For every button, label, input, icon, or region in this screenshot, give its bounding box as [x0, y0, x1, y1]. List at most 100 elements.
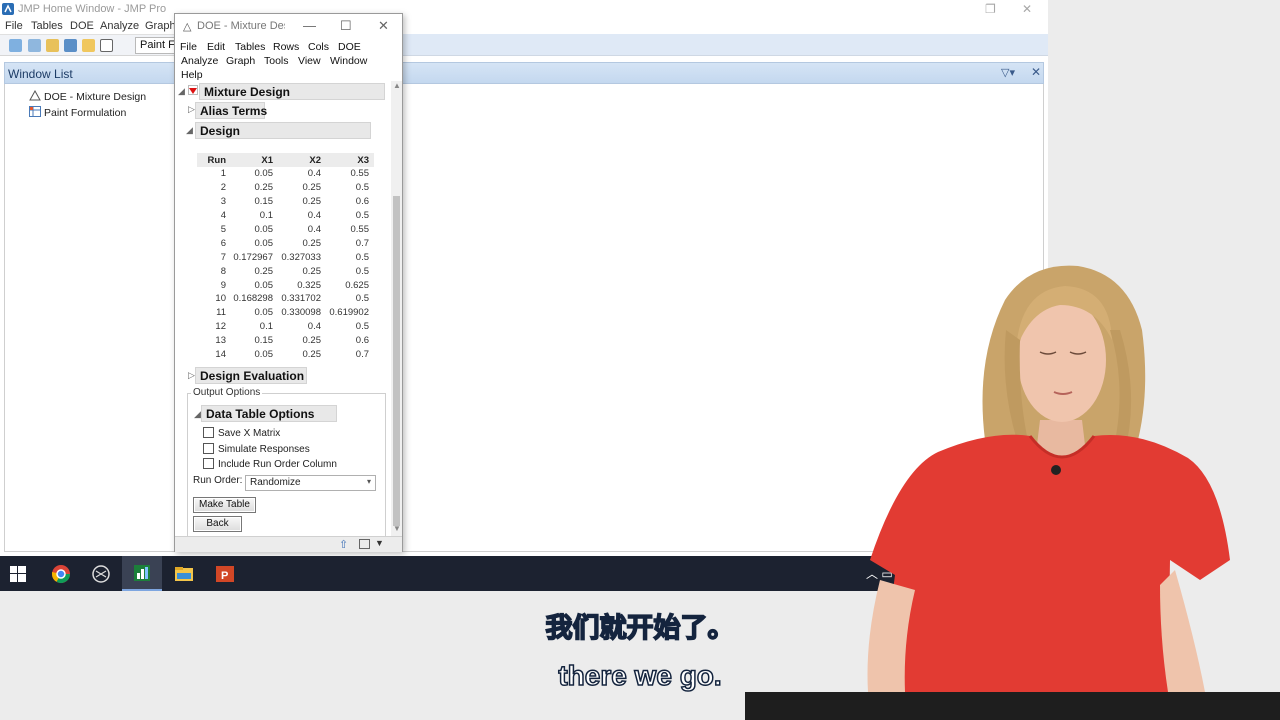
- new-data-table-icon[interactable]: [9, 39, 22, 52]
- close-icon[interactable]: ✕: [378, 18, 389, 34]
- checkbox-box[interactable]: [203, 458, 214, 469]
- checkbox-box[interactable]: [203, 427, 214, 438]
- window-list-item-label: DOE - Mixture Design: [44, 91, 147, 103]
- expand-disclosure-icon[interactable]: ▷: [188, 104, 195, 115]
- factor-value-cell: 0.7: [355, 237, 369, 249]
- menu-tables[interactable]: Tables: [31, 20, 63, 32]
- menu-analyze[interactable]: Analyze: [181, 55, 218, 67]
- chrome-icon[interactable]: [51, 564, 71, 584]
- maximize-icon[interactable]: ☐: [340, 18, 352, 34]
- run-number-cell: 4: [220, 210, 226, 222]
- scroll-down-icon[interactable]: ▼: [393, 524, 401, 533]
- window-icon[interactable]: [359, 539, 370, 549]
- table-row: 7 0.172967 0.327033 0.5: [197, 250, 374, 264]
- table-row: 11 0.05 0.330098 0.619902: [197, 306, 374, 320]
- vertical-scrollbar[interactable]: ▲ ▼: [391, 81, 402, 536]
- factor-value-cell: 0.5: [355, 182, 369, 194]
- collapse-disclosure-icon[interactable]: ◢: [178, 86, 185, 97]
- table-row: 6 0.05 0.25 0.7: [197, 236, 374, 250]
- run-number-cell: 3: [220, 196, 226, 208]
- menu-view[interactable]: View: [298, 55, 321, 67]
- run-order-select[interactable]: Randomize ▾: [245, 475, 376, 491]
- factor-value-cell: 0.05: [254, 307, 274, 319]
- close-icon[interactable]: ✕: [1022, 2, 1032, 16]
- window-list-title: Window List: [8, 67, 73, 81]
- minimize-icon[interactable]: —: [303, 18, 316, 33]
- menu-doe[interactable]: DOE: [338, 41, 361, 53]
- factor-value-cell: 0.05: [254, 279, 274, 291]
- run-order-label: Run Order:: [193, 475, 243, 486]
- app-circle-icon[interactable]: [91, 564, 111, 584]
- restore-icon[interactable]: ❐: [985, 2, 996, 16]
- menu-analyze[interactable]: Analyze: [100, 20, 139, 32]
- doe-report-content: ◢ Mixture Design ▷ Alias Terms ◢ Design …: [175, 81, 391, 542]
- arrow-up-icon[interactable]: ⇧: [339, 538, 348, 551]
- window-list-item[interactable]: Paint Formulation: [29, 106, 126, 119]
- doe-window-title: DOE - Mixture Design: [197, 20, 285, 32]
- mixture-design-header[interactable]: Mixture Design: [199, 83, 385, 100]
- scroll-up-icon[interactable]: ▲: [393, 81, 401, 90]
- windows-taskbar: P ︿ ▭: [0, 556, 910, 591]
- table-row: 1 0.05 0.4 0.55: [197, 167, 374, 181]
- filter-pin-icon[interactable]: ▽▾: [1001, 66, 1015, 79]
- menu-help[interactable]: Help: [181, 69, 203, 81]
- menu-tools[interactable]: Tools: [264, 55, 289, 67]
- window-icon[interactable]: [100, 39, 113, 52]
- home-title-bar: JMP Home Window - JMP Pro ❐ ✕: [0, 0, 1048, 18]
- powerpoint-icon[interactable]: P: [215, 564, 235, 584]
- factor-value-cell: 0.168298: [233, 293, 273, 305]
- table-row: 9 0.05 0.325 0.625: [197, 278, 374, 292]
- windows-start-icon[interactable]: [10, 566, 26, 582]
- menu-tables[interactable]: Tables: [235, 41, 265, 53]
- checkbox-box[interactable]: [203, 443, 214, 454]
- menu-graph[interactable]: Graph: [145, 20, 176, 32]
- save-x-matrix-checkbox[interactable]: Save X Matrix: [203, 427, 280, 439]
- data-table-options-header[interactable]: Data Table Options: [201, 405, 337, 422]
- back-button[interactable]: Back: [193, 516, 242, 532]
- window-list-close-icon[interactable]: ✕: [1031, 65, 1041, 79]
- jmp-taskbar-item[interactable]: [122, 556, 162, 591]
- alias-terms-header[interactable]: Alias Terms: [195, 102, 267, 119]
- podium: [745, 692, 1280, 720]
- factor-value-cell: 0.5: [355, 265, 369, 277]
- menu-file[interactable]: File: [180, 41, 197, 53]
- collapse-disclosure-icon[interactable]: ◢: [194, 409, 201, 420]
- open-file-icon[interactable]: [82, 39, 95, 52]
- design-header[interactable]: Design: [195, 122, 371, 139]
- run-order-value: Randomize: [250, 477, 301, 488]
- menu-edit[interactable]: Edit: [207, 41, 225, 53]
- save-icon[interactable]: [64, 39, 77, 52]
- table-row: 2 0.25 0.25 0.5: [197, 181, 374, 195]
- open-folder-icon[interactable]: [46, 39, 59, 52]
- table-row: 14 0.05 0.25 0.7: [197, 348, 374, 362]
- factor-value-cell: 0.172967: [233, 251, 273, 263]
- factor-value-cell: 0.5: [355, 321, 369, 333]
- tray-chevron-icon[interactable]: ︿ ▭: [866, 565, 893, 582]
- new-script-icon[interactable]: [28, 39, 41, 52]
- red-triangle-button[interactable]: [188, 85, 198, 95]
- include-run-order-checkbox[interactable]: Include Run Order Column: [203, 458, 337, 470]
- run-number-cell: 2: [220, 182, 226, 194]
- collapse-disclosure-icon[interactable]: ◢: [186, 125, 193, 136]
- factor-value-cell: 0.619902: [329, 307, 369, 319]
- make-table-button[interactable]: Make Table: [193, 497, 256, 513]
- design-evaluation-header[interactable]: Design Evaluation: [195, 367, 307, 384]
- menu-doe[interactable]: DOE: [70, 20, 94, 32]
- scrollbar-thumb[interactable]: [393, 196, 400, 526]
- factor-value-cell: 0.4: [307, 210, 321, 222]
- chevron-down-icon[interactable]: ▼: [375, 538, 384, 548]
- menu-graph[interactable]: Graph: [226, 55, 255, 67]
- window-list-item[interactable]: DOE - Mixture Design: [29, 90, 146, 103]
- jmp-icon: [134, 565, 150, 581]
- factor-value-cell: 0.25: [302, 182, 322, 194]
- menu-cols[interactable]: Cols: [308, 41, 329, 53]
- home-window-title: JMP Home Window - JMP Pro: [18, 3, 167, 15]
- menu-rows[interactable]: Rows: [273, 41, 299, 53]
- factor-value-cell: 0.05: [254, 237, 274, 249]
- menu-file[interactable]: File: [5, 20, 23, 32]
- factor-value-cell: 0.25: [254, 265, 274, 277]
- file-explorer-icon[interactable]: [174, 564, 194, 584]
- simulate-responses-checkbox[interactable]: Simulate Responses: [203, 443, 310, 455]
- expand-disclosure-icon[interactable]: ▷: [188, 370, 195, 381]
- menu-window[interactable]: Window: [330, 55, 367, 67]
